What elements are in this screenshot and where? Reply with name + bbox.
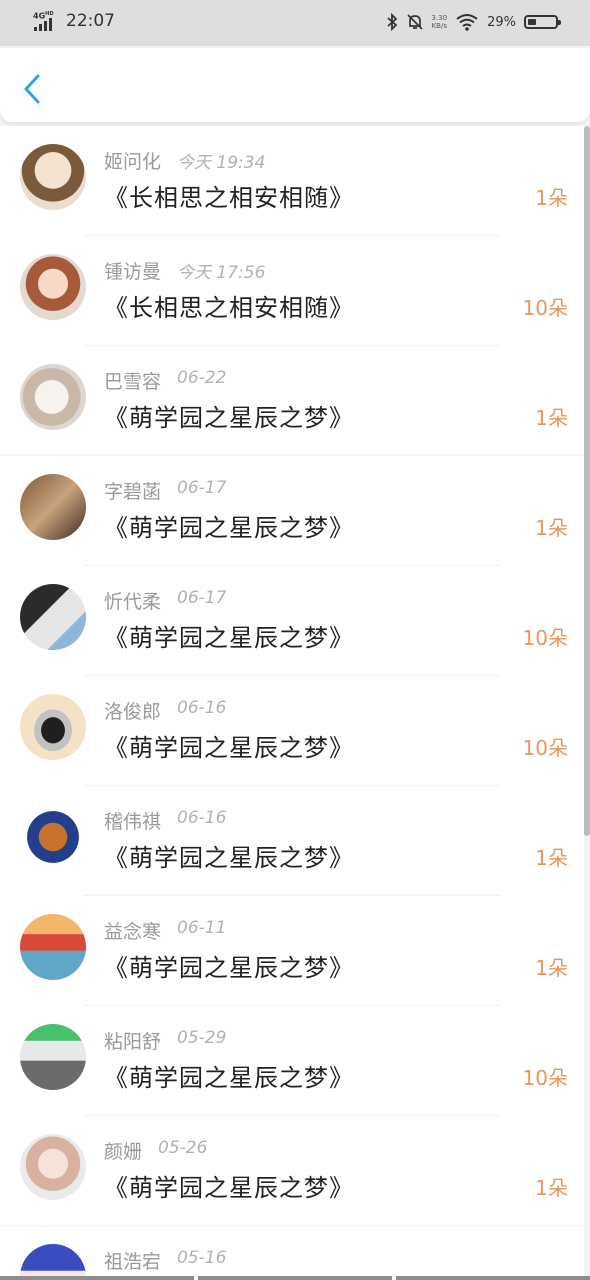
send-date: 05-26: [158, 1138, 208, 1158]
list-item[interactable]: 粘阳舒 05-29 《萌学园之星辰之梦》 10朵: [0, 1006, 584, 1116]
book-title: 《萌学园之星辰之梦》: [104, 514, 354, 542]
avatar[interactable]: [20, 914, 86, 980]
list-item[interactable]: 锺访曼 今天 17:56 《长相思之相安相随》 10朵: [0, 236, 584, 346]
send-date: 05-16: [177, 1248, 227, 1268]
speed-unit: KB/s: [431, 22, 447, 30]
battery-fill: [528, 19, 536, 25]
sender-name: 粘阳舒: [104, 1031, 162, 1053]
sender-name: 益念寒: [104, 921, 162, 943]
send-date: 06-11: [177, 918, 227, 938]
avatar[interactable]: [20, 474, 86, 540]
book-title: 《萌学园之星辰之梦》: [104, 404, 354, 432]
send-date: 06-17: [177, 588, 227, 608]
sender-name: 祖浩宕: [104, 1251, 162, 1273]
back-button[interactable]: [16, 72, 46, 106]
flower-count: 10朵: [522, 736, 568, 760]
clock: 22:07: [66, 11, 115, 31]
avatar[interactable]: [20, 804, 86, 870]
send-date: 05-29: [177, 1028, 227, 1048]
send-date: 06-16: [177, 808, 227, 828]
avatar[interactable]: [20, 1024, 86, 1090]
flower-count: 1朵: [535, 1176, 568, 1200]
send-date: 06-17: [177, 478, 227, 498]
send-date: 06-16: [177, 698, 227, 718]
list-item[interactable]: 字碧菡 06-17 《萌学园之星辰之梦》 1朵: [0, 456, 584, 566]
network-speed: 3.30 KB/s: [432, 14, 448, 30]
book-title: 《萌学园之星辰之梦》: [104, 1174, 354, 1202]
avatar[interactable]: [20, 144, 86, 210]
avatar[interactable]: [20, 254, 86, 320]
navigation-bar: [0, 1276, 590, 1280]
network-sup: HD: [45, 11, 54, 17]
sender-name: 锺访曼: [104, 261, 162, 283]
bluetooth-icon: [386, 13, 397, 31]
list-item[interactable]: 颜姗 05-26 《萌学园之星辰之梦》 1朵: [0, 1116, 584, 1226]
flower-count: 1朵: [535, 956, 568, 980]
avatar[interactable]: [20, 694, 86, 760]
flower-count: 1朵: [535, 186, 568, 210]
avatar[interactable]: [20, 584, 86, 650]
avatar[interactable]: [20, 1134, 86, 1200]
list-item[interactable]: 益念寒 06-11 《萌学园之星辰之梦》 1朵: [0, 896, 584, 1006]
sender-name: 巴雪容: [104, 371, 162, 393]
wifi-icon: [456, 14, 478, 31]
network-type: 4G: [33, 11, 46, 21]
speed-value: 3.30: [431, 14, 448, 22]
top-bar: [0, 48, 590, 122]
avatar[interactable]: [20, 364, 86, 430]
battery-percent: 29%: [487, 14, 516, 30]
flower-count: 1朵: [535, 846, 568, 870]
flower-count: 10朵: [522, 296, 568, 320]
list-item[interactable]: 洛俊郎 06-16 《萌学园之星辰之梦》 10朵: [0, 676, 584, 786]
list-item[interactable]: 稽伟祺 06-16 《萌学园之星辰之梦》 1朵: [0, 786, 584, 896]
flower-count: 1朵: [535, 406, 568, 430]
book-title: 《长相思之相安相随》: [104, 184, 354, 212]
scrollbar[interactable]: [584, 126, 590, 836]
mute-icon: [406, 14, 423, 30]
book-title: 《萌学园之星辰之梦》: [104, 734, 354, 762]
book-title: 《萌学园之星辰之梦》: [104, 1064, 354, 1092]
send-date: 今天 17:56: [177, 263, 266, 283]
flower-count: 10朵: [522, 626, 568, 650]
list-item[interactable]: 巴雪容 06-22 《萌学园之星辰之梦》 1朵: [0, 346, 584, 456]
avatar[interactable]: [20, 1244, 86, 1280]
flower-count: 1朵: [535, 516, 568, 540]
signal-icon: 4GHD: [33, 10, 59, 32]
sender-name: 颜姗: [104, 1141, 143, 1163]
flower-count: 10朵: [522, 1066, 568, 1090]
sender-name: 姬问化: [104, 151, 162, 173]
book-title: 《萌学园之星辰之梦》: [104, 624, 354, 652]
battery-icon: [524, 15, 561, 29]
send-date: 今天 19:34: [177, 153, 266, 173]
book-title: 《萌学园之星辰之梦》: [104, 844, 354, 872]
sender-name: 忻代柔: [104, 591, 162, 613]
book-title: 《长相思之相安相随》: [104, 294, 354, 322]
sender-name: 字碧菡: [104, 481, 162, 503]
sender-name: 稽伟祺: [104, 811, 162, 833]
gift-record-list[interactable]: 姬问化 今天 19:34 《长相思之相安相随》 1朵 锺访曼 今天 17:56 《长相思之相…: [0, 126, 584, 1280]
list-item[interactable]: 忻代柔 06-17 《萌学园之星辰之梦》 10朵: [0, 566, 584, 676]
status-bar: 4GHD 22:07 3.30 KB/s 29%: [0, 0, 590, 46]
list-item[interactable]: 祖浩宕 05-16: [0, 1226, 584, 1280]
list-item[interactable]: 姬问化 今天 19:34 《长相思之相安相随》 1朵: [0, 126, 584, 236]
book-title: 《萌学园之星辰之梦》: [104, 954, 354, 982]
chevron-left-icon: [24, 74, 40, 104]
sender-name: 洛俊郎: [104, 701, 162, 723]
send-date: 06-22: [177, 368, 227, 388]
